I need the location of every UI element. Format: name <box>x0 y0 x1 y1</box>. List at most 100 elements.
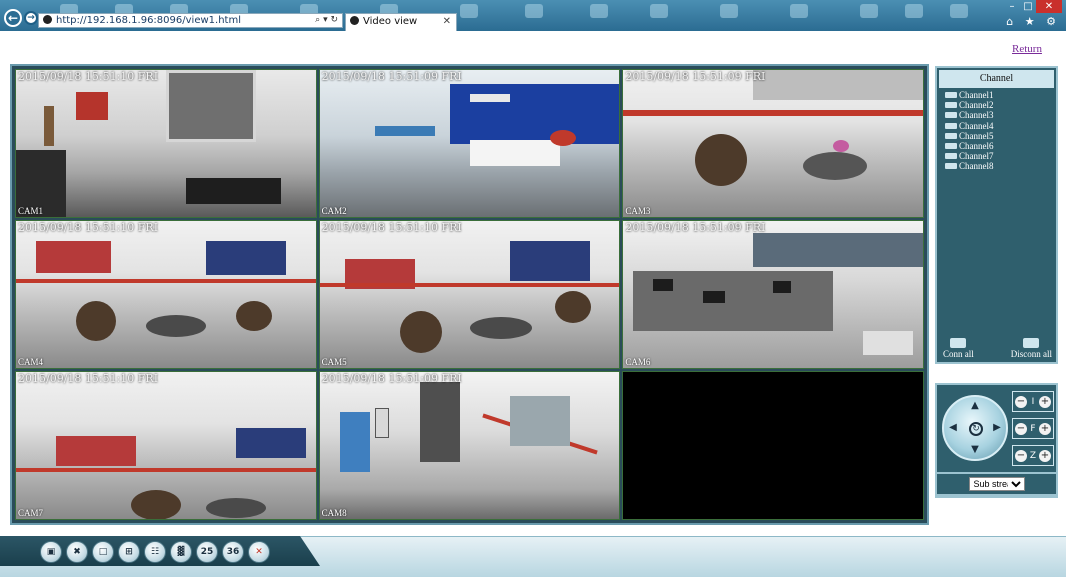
stream-selector-box: Sub stream <box>935 472 1058 496</box>
wall-poster <box>56 436 136 466</box>
disconnect-icon <box>1023 338 1040 348</box>
record-button[interactable]: ▣ <box>40 541 62 563</box>
channel-item[interactable]: Channel5 <box>945 131 1054 141</box>
camera-icon <box>945 132 957 139</box>
wall-poster <box>36 241 111 273</box>
red-wall-stripe <box>16 279 316 283</box>
forward-arrow-icon[interactable]: → <box>24 11 38 25</box>
video-grid: 2015/09/18 15:51:10 FRI CAM1 2015/09/18 … <box>15 69 924 520</box>
cam1-timestamp: 2015/09/18 15:51:10 FRI <box>18 70 159 83</box>
round-glass-table <box>803 152 868 180</box>
back-arrow-icon[interactable]: ← <box>4 9 22 27</box>
minimize-icon[interactable]: – <box>1004 1 1020 12</box>
wicker-chair <box>695 134 748 186</box>
video-cell-cam2[interactable]: 2015/09/18 15:51:09 FRI CAM2 <box>318 69 621 218</box>
monitor <box>653 279 674 291</box>
counter-desk <box>863 331 914 355</box>
layout-16-button[interactable]: ▓ <box>170 541 192 563</box>
channel-label: Channel1 <box>959 90 994 100</box>
video-cell-cam6[interactable]: 2015/09/18 15:51:09 FRI CAM6 <box>622 220 924 369</box>
iris-label: I <box>1031 396 1035 407</box>
disconn-all-label: Disconn all <box>1010 349 1052 359</box>
wicker-chair <box>76 301 116 341</box>
video-cell-empty[interactable] <box>622 371 924 520</box>
layout-25-button[interactable]: 25 <box>196 541 218 563</box>
channel-item[interactable]: Channel2 <box>945 100 1054 110</box>
focus-minus-icon[interactable]: − <box>1015 422 1027 435</box>
ptz-right-arrow-icon[interactable]: ▶ <box>990 421 1004 435</box>
tab-title: Video view <box>363 16 418 27</box>
browser-tools-icons[interactable]: ⌂ ★ ⚙ <box>1006 15 1060 28</box>
corridor-end <box>419 382 460 462</box>
channel-label: Channel2 <box>959 100 994 111</box>
layout-9-button[interactable]: ☷ <box>144 541 166 563</box>
focus-plus-icon[interactable]: + <box>1039 422 1051 435</box>
layout-1-button[interactable]: □ <box>92 541 114 563</box>
address-text: http://192.168.1.96:8096/view1.html <box>56 15 241 26</box>
person-standing <box>44 106 54 146</box>
ptz-down-arrow-icon[interactable]: ▼ <box>968 443 982 457</box>
cam7-timestamp: 2015/09/18 15:51:10 FRI <box>18 372 159 385</box>
round-glass-table <box>469 317 532 339</box>
monitor <box>703 291 726 303</box>
channel-item[interactable]: Channel3 <box>945 110 1054 120</box>
cam2-label: CAM2 <box>321 206 347 216</box>
ptz-direction-pad[interactable]: ▲ ▼ ◀ ▶ ↻ <box>942 395 1008 461</box>
video-cell-cam8[interactable]: 2015/09/18 15:51:09 FRI CAM8 <box>318 371 621 520</box>
cam7-label: CAM7 <box>18 508 44 518</box>
channel-item[interactable]: Channel8 <box>945 161 1054 171</box>
ptz-up-arrow-icon[interactable]: ▲ <box>968 399 982 413</box>
zoom-label: Z <box>1029 450 1037 461</box>
conn-all-button[interactable]: Conn all <box>943 338 974 359</box>
company-sign-wall <box>449 84 620 144</box>
channel-label: Channel3 <box>959 110 994 121</box>
tab-video-view[interactable]: Video view ✕ <box>345 13 457 31</box>
channel-item[interactable]: Channel7 <box>945 151 1054 161</box>
red-wall-stripe <box>623 110 923 116</box>
sign-logo <box>469 94 510 102</box>
wall-poster <box>339 412 370 472</box>
layout-4-button[interactable]: ⊞ <box>118 541 140 563</box>
ptz-left-arrow-icon[interactable]: ◀ <box>946 421 960 435</box>
search-refresh-icon[interactable]: ⌕ ▾ ↻ <box>315 14 338 27</box>
stream-select[interactable]: Sub stream <box>968 477 1025 491</box>
iris-minus-icon[interactable]: − <box>1015 395 1027 408</box>
wall-display <box>206 241 286 275</box>
address-bar[interactable]: http://192.168.1.96:8096/view1.html ⌕ ▾ … <box>38 13 343 28</box>
video-cell-cam1[interactable]: 2015/09/18 15:51:10 FRI CAM1 <box>15 69 317 218</box>
cam5-timestamp: 2015/09/18 15:51:10 FRI <box>321 221 462 234</box>
camera-icon <box>945 153 957 160</box>
layout-36-button[interactable]: 36 <box>222 541 244 563</box>
channel-item[interactable]: Channel1 <box>945 90 1054 100</box>
browser-toolbar: ← → http://192.168.1.96:8096/view1.html … <box>0 0 1066 31</box>
channel-item[interactable]: Channel4 <box>945 121 1054 131</box>
mute-button[interactable]: ✕ <box>248 541 270 563</box>
cam6-timestamp: 2015/09/18 15:51:09 FRI <box>625 221 766 234</box>
cam3-label: CAM3 <box>625 206 651 216</box>
tab-close-icon[interactable]: ✕ <box>443 14 451 30</box>
settings-button[interactable]: ✖ <box>66 541 88 563</box>
cam4-label: CAM4 <box>18 357 44 367</box>
video-cell-cam7[interactable]: 2015/09/18 15:51:10 FRI CAM7 <box>15 371 317 520</box>
maximize-icon[interactable]: □ <box>1020 1 1036 12</box>
reception-desk <box>469 140 560 166</box>
close-window-icon[interactable]: ✕ <box>1036 0 1062 13</box>
video-cell-cam5[interactable]: 2015/09/18 15:51:10 FRI CAM5 <box>318 220 621 369</box>
cam5-label: CAM5 <box>321 357 347 367</box>
channel-label: Channel5 <box>959 130 994 141</box>
wall-frame <box>374 408 389 438</box>
iris-plus-icon[interactable]: + <box>1039 395 1051 408</box>
camera-icon <box>945 163 957 170</box>
ptz-auto-rotate-icon[interactable]: ↻ <box>969 422 983 436</box>
video-cell-cam4[interactable]: 2015/09/18 15:51:10 FRI CAM4 <box>15 220 317 369</box>
channel-item[interactable]: Channel6 <box>945 141 1054 151</box>
zoom-minus-icon[interactable]: − <box>1015 449 1027 462</box>
zoom-plus-icon[interactable]: + <box>1038 449 1051 462</box>
return-link[interactable]: Return <box>1012 43 1042 55</box>
flower-vase <box>833 140 850 152</box>
elevator-door <box>166 70 256 142</box>
disconn-all-button[interactable]: Disconn all <box>1011 338 1052 359</box>
wall-display <box>509 241 590 281</box>
video-cell-cam3[interactable]: 2015/09/18 15:51:09 FRI CAM3 <box>622 69 924 218</box>
monitor <box>773 281 792 293</box>
